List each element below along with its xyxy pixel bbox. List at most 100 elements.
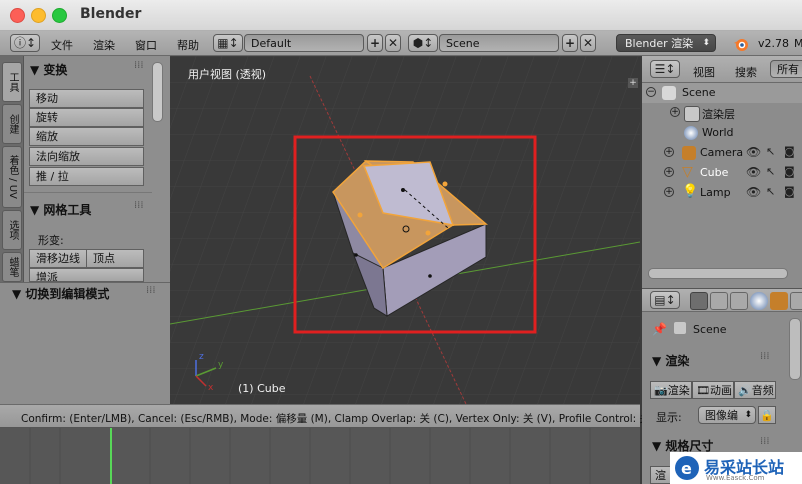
maximize-window-button[interactable] — [52, 8, 67, 23]
scene-field[interactable]: Scene — [439, 34, 559, 52]
expand-icon[interactable]: + — [670, 107, 680, 117]
operator-panel-title[interactable]: ▼ 切换到编辑模式 — [12, 285, 109, 302]
display-mode-dropdown[interactable]: 图像编 ⬍ — [698, 406, 756, 424]
scene-icon-button[interactable]: ⬢↕ — [408, 34, 438, 52]
menu-render[interactable]: 渲染 — [93, 37, 115, 53]
render-camera-icon[interactable]: ◙ — [784, 145, 795, 158]
render-animation-label: 动画 — [709, 384, 732, 397]
collapse-icon[interactable]: − — [646, 87, 656, 97]
info-header: ⓘ↕ 文件 渲染 窗口 帮助 ▦↕ Default + ✕ ⬢↕ Scene +… — [0, 31, 802, 56]
outliner-row-scene[interactable]: − Scene — [642, 83, 802, 103]
close-window-button[interactable] — [10, 8, 25, 23]
camera-icon: 📷 — [654, 384, 668, 397]
pin-icon[interactable]: 📌 — [652, 322, 667, 336]
add-layout-icon[interactable]: + — [367, 34, 383, 52]
expand-icon[interactable]: + — [664, 147, 674, 157]
gizmo-y-label: y — [218, 360, 224, 370]
blender-logo-icon — [734, 39, 748, 51]
smooth-vertex-button[interactable]: 增派 — [29, 268, 144, 282]
menu-window[interactable]: 窗口 — [135, 37, 157, 53]
render-animation-button[interactable]: 🎞动画 — [692, 381, 734, 399]
panel-drag-handle-icon[interactable]: ⁞⁞⁞ — [760, 436, 770, 447]
visibility-eye-icon[interactable]: 👁 — [746, 185, 761, 199]
scale-button[interactable]: 缩放 — [29, 127, 144, 146]
render-engine-value: Blender 渲染 — [625, 37, 694, 50]
lock-interface-icon[interactable]: 🔒 — [758, 406, 776, 424]
outliner-editor-type-button[interactable]: ☰↕ — [650, 60, 680, 78]
panel-divider — [24, 192, 152, 193]
outliner-menu-view[interactable]: 视图 — [693, 64, 715, 80]
delete-layout-icon[interactable]: ✕ — [385, 34, 401, 52]
render-camera-icon[interactable]: ◙ — [784, 185, 795, 198]
properties-toggle-icon[interactable]: + — [628, 78, 638, 88]
vertex-slide-button[interactable]: 顶点 — [86, 249, 144, 268]
expand-icon[interactable]: + — [664, 167, 674, 177]
tab-grease-pencil[interactable]: 蜡笔 — [2, 252, 22, 282]
outliner-row-world[interactable]: World — [642, 123, 802, 143]
timeline-area[interactable] — [0, 428, 640, 484]
expand-icon[interactable]: + — [664, 187, 674, 197]
minimize-window-button[interactable] — [31, 8, 46, 23]
edge-slide-button[interactable]: 滑移边线 — [29, 249, 87, 268]
render-camera-icon[interactable]: ◙ — [784, 165, 795, 178]
outliner-scrollbar[interactable] — [648, 268, 788, 279]
tab-object-icon[interactable] — [770, 292, 788, 310]
tab-render-camera-icon[interactable] — [690, 292, 708, 310]
deform-label: 形变: — [38, 234, 64, 247]
selectable-cursor-icon[interactable]: ↖ — [766, 145, 775, 158]
panel-drag-handle-icon[interactable]: ⁞⁞⁞ — [134, 200, 144, 211]
panel-drag-handle-icon[interactable]: ⁞⁞⁞ — [134, 60, 144, 71]
3d-viewport[interactable]: z y x 用户视图 (透视) (1) Cube + — [170, 56, 640, 404]
properties-scrollbar[interactable] — [789, 318, 801, 380]
outliner-label: Camera — [700, 146, 744, 159]
transform-panel-title[interactable]: ▼ 变换 — [30, 61, 67, 78]
shrink-fatten-button[interactable]: 法向缩放 — [29, 147, 144, 166]
tab-world-icon[interactable] — [750, 292, 768, 310]
render-audio-button[interactable]: 🔊音频 — [734, 381, 776, 399]
move-button[interactable]: 移动 — [29, 89, 144, 108]
outliner-row-lamp[interactable]: + 💡 Lamp 👁 ↖ ◙ — [642, 183, 802, 203]
status-text: Confirm: (Enter/LMB), Cancel: (Esc/RMB),… — [21, 413, 672, 425]
properties-editor-type-button[interactable]: ▤↕ — [650, 291, 680, 309]
panel-drag-handle-icon[interactable]: ⁞⁞⁞ — [146, 285, 156, 296]
rotate-button[interactable]: 旋转 — [29, 108, 144, 127]
render-panel-title[interactable]: ▼ 渲染 — [652, 352, 689, 369]
outliner-row-camera[interactable]: + Camera 👁 ↖ ◙ — [642, 143, 802, 163]
delete-scene-icon[interactable]: ✕ — [580, 34, 596, 52]
editor-type-button[interactable]: ⓘ↕ — [10, 34, 40, 52]
screen-layout-icon-button[interactable]: ▦↕ — [213, 34, 243, 52]
watermark-logo-icon: e — [675, 456, 699, 480]
tab-render-layers-icon[interactable] — [710, 292, 728, 310]
render-engine-dropdown[interactable]: Blender 渲染 ⬍ — [616, 34, 716, 52]
tab-shading-uv[interactable]: 着色 / UV — [2, 146, 22, 208]
tab-constraints-icon[interactable] — [790, 292, 802, 310]
viewport-object-label: (1) Cube — [238, 382, 286, 395]
selectable-cursor-icon[interactable]: ↖ — [766, 165, 775, 178]
outliner-label: World — [702, 126, 734, 139]
render-still-button[interactable]: 📷渲染 — [650, 381, 692, 399]
camera-icon — [682, 146, 696, 160]
selectable-cursor-icon[interactable]: ↖ — [766, 185, 775, 198]
tab-options[interactable]: 选项 — [2, 210, 22, 250]
panel-drag-handle-icon[interactable]: ⁞⁞⁞ — [760, 351, 770, 362]
outliner-row-render-layers[interactable]: + 渲染层 — [642, 103, 802, 123]
visibility-eye-icon[interactable]: 👁 — [746, 145, 761, 159]
outliner-row-cube[interactable]: + ▽ Cube 👁 ↖ ◙ — [642, 163, 802, 183]
window-titlebar: Blender — [0, 0, 802, 31]
speaker-icon: 🔊 — [738, 384, 752, 397]
watermark: e 易采站长站 Www.Easck.Com — [670, 452, 802, 484]
outliner-display-mode[interactable]: 所有 — [770, 60, 802, 78]
tab-create[interactable]: 创建 — [2, 104, 22, 144]
mesh-tools-panel-title[interactable]: ▼ 网格工具 — [30, 201, 91, 218]
add-scene-icon[interactable]: + — [562, 34, 578, 52]
tool-shelf-scrollbar[interactable] — [152, 62, 163, 122]
push-pull-button[interactable]: 推 / 拉 — [29, 167, 144, 186]
visibility-eye-icon[interactable]: 👁 — [746, 165, 761, 179]
menu-help[interactable]: 帮助 — [177, 37, 199, 53]
tab-scene-icon[interactable] — [730, 292, 748, 310]
outliner-menu-search[interactable]: 搜索 — [735, 64, 757, 80]
tab-tools[interactable]: 工具 — [2, 62, 22, 102]
menu-file[interactable]: 文件 — [51, 37, 73, 53]
operator-status-bar: Confirm: (Enter/LMB), Cancel: (Esc/RMB),… — [0, 404, 671, 428]
screen-layout-field[interactable]: Default — [244, 34, 364, 52]
